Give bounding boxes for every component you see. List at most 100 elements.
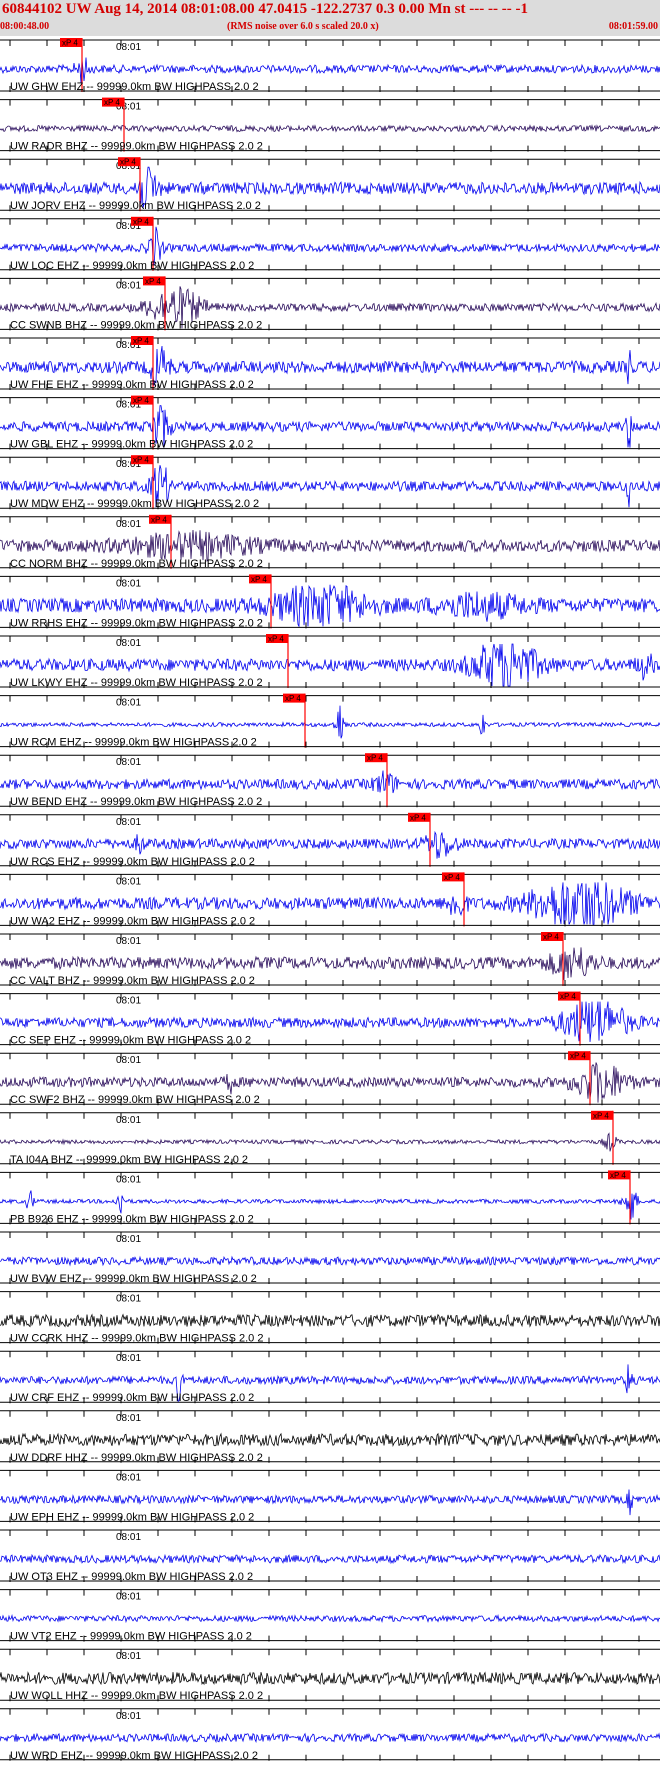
trace-panel: 08:01xP 4UW JORV EHZ -- 99999.0km BW HIG… — [0, 157, 660, 212]
trace-panel: 08:01 UW EPH EHZ -- 99999.0km BW HIGHPASS… — [0, 1469, 660, 1523]
pick-label: xP 4 — [410, 813, 426, 822]
trace-panel: 08:01 UW CRF EHZ -- 99999.0km BW HIGHPASS… — [0, 1350, 660, 1404]
trace-label: UW WA2 EHZ -- 99999.0km BW HIGHPASS 2.0 … — [10, 915, 255, 927]
time-tick-label: 08:01 — [116, 1234, 141, 1245]
trace-panel: 08:01xP 4UW LOC EHZ -- 99999.0km BW HIGH… — [0, 216, 660, 272]
waveform — [0, 1671, 660, 1686]
trace-panel: 08:01 xP 4 CC NORM BHZ -- 99999.0km BW HIG… — [0, 514, 660, 570]
time-tick-label: 08:01 — [116, 42, 141, 53]
rms-note: (RMS noise over 6.0 s scaled 20.0 x) — [227, 21, 379, 32]
time-tick-label: 08:01 — [116, 1413, 141, 1424]
trace-label: UW GBL EHZ -- 99999.0km BW HIGHPASS 2.0 … — [10, 439, 253, 451]
waveform — [0, 57, 660, 84]
trace-label: PB B926 EHZ -- 99999.0km BW HIGHPASS 2.0… — [10, 1213, 254, 1225]
trace-panel: 08:01 xP 4 CC SWNB BHZ -- 99999.0km BW HIG… — [0, 276, 660, 331]
trace-label: UW LKWY EHZ -- 99999.0km BW HIGHPASS 2.0… — [10, 677, 263, 689]
pick-label: xP 4 — [145, 277, 161, 286]
pick-label: xP 4 — [367, 754, 383, 763]
time-tick-label: 08:01 — [116, 1651, 141, 1662]
pick-label: xP 4 — [151, 515, 167, 524]
waveform — [0, 1255, 660, 1267]
time-tick-label: 08:01 — [116, 757, 141, 768]
trace-label: UW CRF EHZ -- 99999.0km BW HIGHPASS 2.0 … — [10, 1392, 254, 1404]
trace-label: UW GHW EHZ -- 99999.0km BW HIGHPASS 2.0 … — [10, 81, 259, 93]
end-time: 08:01:59.00 — [608, 21, 658, 32]
pick-label: xP 4 — [251, 575, 267, 584]
pick-label: xP 4 — [133, 396, 149, 405]
trace-label: UW RCS EHZ -- 99999.0km BW HIGHPASS 2.0 … — [10, 856, 255, 868]
trace-label: UW CCRK HHZ -- 99999.0km BW HIGHPASS 2.0… — [10, 1333, 263, 1345]
trace-label: CC SEP EHZ -- 99999.0km BW HIGHPASS 2.0 … — [10, 1035, 251, 1047]
trace-panel: 08:01 UW CCRK HHZ -- 99999.0km BW HIGHPAS… — [0, 1291, 660, 1345]
trace-label: UW VT2 EHZ -- 99999.0km BW HIGHPASS 2.0 … — [10, 1631, 252, 1643]
trace-panel: 08:01 UW OT3 EHZ -- 99999.0km BW HIGHPASS… — [0, 1529, 660, 1583]
pick-label: xP 4 — [570, 1052, 586, 1061]
trace-label: UW RRHS EHZ -- 99999.0km BW HIGHPASS 2.0… — [10, 617, 263, 629]
time-tick-label: 08:01 — [116, 1711, 141, 1722]
trace-label: CC SWF2 BHZ -- 99999.0km BW HIGHPASS 2.0… — [10, 1094, 260, 1106]
header-bar: 60844102 UW Aug 14, 2014 08:01:08.00 47.… — [0, 0, 660, 36]
pick-label: xP 4 — [268, 635, 284, 644]
pick-label: xP 4 — [133, 337, 149, 346]
waveform — [0, 770, 660, 794]
trace-panel: 08:01 UW DDRF HHZ -- 99999.0km BW HIGHPAS… — [0, 1410, 660, 1464]
trace-panel: 08:01 xP 4 UW LKWY EHZ -- 99999.0km BW HIG… — [0, 634, 660, 689]
trace-label: UW WOLL HHZ -- 99999.0km BW HIGHPASS 2.0… — [10, 1690, 263, 1702]
time-tick-label: 08:01 — [116, 1472, 141, 1483]
time-tick-label: 08:01 — [116, 1115, 141, 1126]
time-tick-label: 08:01 — [116, 817, 141, 828]
trace-label: UW BEND EHZ -- 99999.0km BW HIGHPASS 2.0… — [10, 796, 262, 808]
trace-label: CC NORM BHZ -- 99999.0km BW HIGHPASS 2.0… — [10, 558, 263, 570]
trace-panel: 08:01 UW WRD EHZ -- 99999.0km BW HIGHPASS… — [0, 1708, 660, 1762]
time-tick-label: 08:01 — [116, 936, 141, 947]
time-tick-label: 08:01 — [116, 1055, 141, 1066]
time-tick-label: 08:01 — [116, 578, 141, 589]
pick-label: xP 4 — [104, 98, 120, 107]
waveform — [0, 529, 660, 562]
trace-panel: 08:01 xP 4 CC SEP EHZ -- 99999.0km BW HIGH… — [0, 991, 660, 1047]
pick-label: xP 4 — [120, 158, 136, 167]
trace-label: TA I04A BHZ -- 99999.0km BW HIGHPASS 2.0… — [10, 1154, 248, 1166]
time-tick-label: 08:01 — [116, 996, 141, 1007]
waveform — [0, 1132, 660, 1152]
time-tick-label: 08:01 — [116, 519, 141, 530]
event-title: 60844102 UW Aug 14, 2014 08:01:08.00 47.… — [2, 1, 528, 17]
waveform — [0, 1732, 660, 1744]
pick-label: xP 4 — [62, 39, 78, 48]
trace-panel: 08:01 xP 4 UW RRHS EHZ -- 99999.0km BW HIG… — [0, 574, 660, 629]
trace-panel: 08:01 xP 4 UW RCM EHZ -- 99999.0km BW HIGH… — [0, 693, 660, 749]
time-tick-label: 08:01 — [116, 1294, 141, 1305]
trace-panel: 08:01 UW WOLL HHZ -- 99999.0km BW HIGHPAS… — [0, 1648, 660, 1702]
trace-label: UW LOC EHZ -- 99999.0km BW HIGHPASS 2.0 … — [10, 260, 254, 272]
waveform — [0, 124, 660, 133]
trace-panel: 08:01 xP 4 UW RCS EHZ -- 99999.0km BW HIGH… — [0, 812, 660, 868]
time-tick-label: 08:01 — [116, 1353, 141, 1364]
trace-panel: 08:01 xP 4 UW GHW EHZ -- 99999.0km BW HIGH… — [0, 38, 660, 93]
trace-label: CC SWNB BHZ -- 99999.0km BW HIGHPASS 2.0… — [10, 319, 262, 331]
trace-label: UW BVW EHZ -- 99999.0km BW HIGHPASS 2.0 … — [10, 1273, 257, 1285]
trace-label: UW WRD EHZ -- 99999.0km BW HIGHPASS 2.0 … — [10, 1750, 258, 1762]
trace-label: UW FHE EHZ -- 99999.0km BW HIGHPASS 2.0 … — [10, 379, 254, 391]
trace-panel: 08:01 UW BVW EHZ -- 99999.0km BW HIGHPASS… — [0, 1231, 660, 1285]
trace-label: CC VALT BHZ -- 99999.0km BW HIGHPASS 2.0… — [10, 975, 255, 987]
seismogram-plot: 08:01 xP 4 UW GHW EHZ -- 99999.0km BW HIGH… — [0, 38, 660, 1762]
time-tick-label: 08:01 — [116, 876, 141, 887]
time-tick-label: 08:01 — [116, 698, 141, 709]
pick-label: xP 4 — [285, 694, 301, 703]
trace-panel: 08:01xP 4UW RADR BHZ -- 99999.0km BW HIG… — [0, 97, 660, 153]
time-tick-label: 08:01 — [116, 1532, 141, 1543]
trace-panel: 08:01 xP 4 PB B926 EHZ -- 99999.0km BW HIG… — [0, 1170, 660, 1225]
pick-label: xP 4 — [444, 873, 460, 882]
trace-label: UW RCM EHZ -- 99999.0km BW HIGHPASS 2.0 … — [10, 737, 257, 749]
trace-panel: 08:01xP 4UW GBL EHZ -- 99999.0km BW HIGH… — [0, 395, 660, 451]
waveform — [0, 1432, 660, 1448]
pick-label: xP 4 — [560, 992, 576, 1001]
trace-label: UW MDW EHZ -- 99999.0km BW HIGHPASS 2.0 … — [10, 498, 259, 510]
pick-label: xP 4 — [543, 933, 559, 942]
trace-panel: 08:01xP 4UW MDW EHZ -- 99999.0km BW HIGH… — [0, 455, 660, 510]
pick-label: xP 4 — [610, 1171, 626, 1180]
trace-panel: 08:01 xP 4 UW WA2 EHZ -- 99999.0km BW HIGH… — [0, 872, 660, 927]
trace-label: UW DDRF HHZ -- 99999.0km BW HIGHPASS 2.0… — [10, 1452, 263, 1464]
time-tick-label: 08:01 — [116, 1592, 141, 1603]
pick-label: xP 4 — [133, 456, 149, 465]
